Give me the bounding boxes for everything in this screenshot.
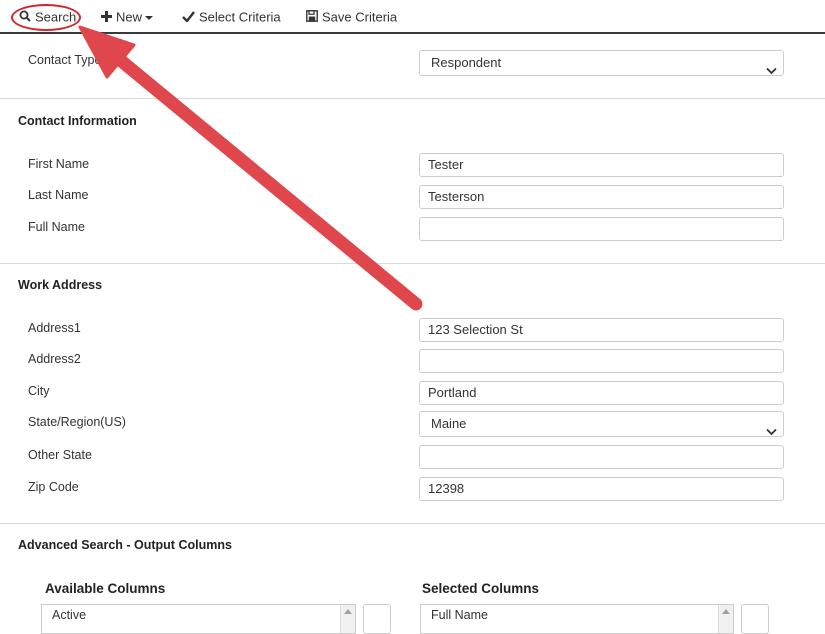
contact-type-label: Contact Type xyxy=(28,53,102,67)
selected-columns-list[interactable]: Full Name xyxy=(420,604,734,634)
state-select[interactable]: Maine xyxy=(419,411,784,437)
first-name-label: First Name xyxy=(28,157,90,171)
other-state-input[interactable] xyxy=(419,445,784,469)
list-item[interactable]: Full Name xyxy=(431,608,723,622)
search-icon xyxy=(19,5,31,31)
scroll-up-icon[interactable] xyxy=(344,609,352,614)
floppy-disk-icon xyxy=(306,5,318,31)
address1-input[interactable]: 123 Selection St xyxy=(419,318,784,342)
annotation-arrow xyxy=(78,25,423,311)
scrollbar[interactable] xyxy=(718,605,733,633)
section-divider xyxy=(0,523,825,524)
caret-down-icon xyxy=(145,15,154,20)
advanced-search-title: Advanced Search - Output Columns xyxy=(18,538,232,552)
full-name-input[interactable] xyxy=(419,217,784,241)
available-columns-list[interactable]: Active xyxy=(41,604,356,634)
state-label: State/Region(US) xyxy=(28,415,126,429)
city-label: City xyxy=(28,384,50,398)
contact-type-value: Respondent xyxy=(431,55,502,70)
contact-type-select[interactable]: Respondent xyxy=(419,50,784,76)
full-name-label: Full Name xyxy=(28,220,85,234)
selected-columns-side-button[interactable] xyxy=(741,604,769,634)
zip-code-label: Zip Code xyxy=(28,480,79,494)
state-value: Maine xyxy=(431,416,467,431)
available-columns-side-button[interactable] xyxy=(363,604,391,634)
city-input[interactable]: Portland xyxy=(419,381,784,405)
select-criteria-button[interactable]: Select Criteria xyxy=(182,4,281,30)
section-divider xyxy=(0,98,825,99)
last-name-label: Last Name xyxy=(28,188,89,202)
section-divider xyxy=(0,263,825,264)
new-button[interactable]: New xyxy=(101,4,154,31)
selected-columns-header: Selected Columns xyxy=(422,581,540,596)
available-columns-header: Available Columns xyxy=(45,581,166,596)
list-item[interactable]: Active xyxy=(52,608,345,622)
address2-input[interactable] xyxy=(419,349,784,373)
plus-icon xyxy=(101,5,112,31)
last-name-input[interactable]: Testerson xyxy=(419,185,784,209)
save-criteria-label: Save Criteria xyxy=(322,9,398,25)
work-address-title: Work Address xyxy=(18,278,103,292)
search-button[interactable]: Search xyxy=(19,4,76,30)
chevron-down-icon xyxy=(766,420,777,444)
contact-information-title: Contact Information xyxy=(18,114,137,128)
zip-code-input[interactable]: 12398 xyxy=(419,477,784,501)
first-name-input[interactable]: Tester xyxy=(419,153,784,177)
check-icon xyxy=(182,5,195,31)
save-criteria-button[interactable]: Save Criteria xyxy=(306,4,397,30)
scroll-up-icon[interactable] xyxy=(722,609,730,614)
address2-label: Address2 xyxy=(28,352,81,366)
select-criteria-label: Select Criteria xyxy=(199,9,281,25)
toolbar: Search New Select Criteria Save Criteria xyxy=(0,0,825,34)
address1-label: Address1 xyxy=(28,321,81,335)
other-state-label: Other State xyxy=(28,448,92,462)
scrollbar[interactable] xyxy=(340,605,355,633)
new-button-label: New xyxy=(116,9,143,25)
chevron-down-icon xyxy=(766,59,777,83)
search-button-label: Search xyxy=(35,9,77,25)
